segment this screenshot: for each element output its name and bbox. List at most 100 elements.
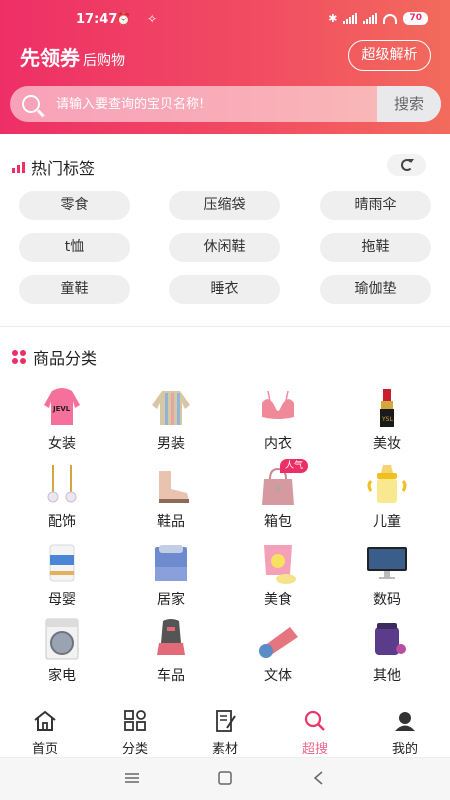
hot-tag[interactable]: 瑜伽垫 <box>320 275 431 304</box>
washing-machine-icon <box>45 618 79 660</box>
hot-tag[interactable]: t恤 <box>19 233 130 262</box>
hot-tag[interactable]: 压缩袋 <box>169 191 280 220</box>
category-other[interactable]: 其他 <box>347 617 427 687</box>
user-icon <box>395 712 415 731</box>
category-label: 女装 <box>48 436 76 452</box>
bar-chart-icon <box>12 161 25 173</box>
hot-tag[interactable]: 晴雨伞 <box>320 191 431 220</box>
nav-mine[interactable]: 我的 <box>360 708 450 757</box>
grid-icon <box>124 710 146 731</box>
signal-icon <box>343 13 358 24</box>
lipstick-icon: YSL <box>380 389 394 427</box>
category-label: 母婴 <box>48 592 76 608</box>
hot-tags-title: 热门标签 <box>12 155 95 179</box>
category-label: 箱包 <box>264 514 292 530</box>
category-label: 美食 <box>264 592 292 608</box>
section-divider <box>0 326 450 327</box>
menu-icon[interactable] <box>123 771 141 785</box>
bra-icon <box>262 390 294 419</box>
striped-sweater-icon <box>152 391 190 425</box>
nav-label: 素材 <box>211 742 238 757</box>
category-appliances[interactable]: 家电 <box>22 617 102 687</box>
bedding-icon <box>155 545 187 581</box>
signal-icon-2 <box>363 13 378 24</box>
baby-bottle-icon <box>367 465 407 503</box>
category-sports[interactable]: 文体 <box>238 617 318 687</box>
hot-tag[interactable]: 睡衣 <box>169 275 280 304</box>
nav-material[interactable]: 素材 <box>180 708 270 757</box>
category-label: 男装 <box>157 436 185 452</box>
status-bar: 17:47 ⏰ ✧ ✱ 70 <box>0 10 450 32</box>
hot-tag[interactable]: 童鞋 <box>19 275 130 304</box>
category-dots-icon <box>12 350 26 364</box>
svg-text:YSL: YSL <box>381 416 393 423</box>
search-button[interactable]: 搜索 <box>377 86 441 122</box>
categories-title: 商品分类 <box>12 345 97 369</box>
boots-icon <box>159 471 189 503</box>
hot-tag[interactable]: 零食 <box>19 191 130 220</box>
popular-badge: 人气 <box>280 459 308 473</box>
category-bags[interactable]: 箱包 <box>238 463 318 533</box>
category-shoes[interactable]: 鞋品 <box>131 463 211 533</box>
hot-tag[interactable]: 拖鞋 <box>320 233 431 262</box>
system-nav-bar <box>0 757 450 800</box>
alarm-icon: ⏰ ✧ <box>116 12 164 26</box>
nav-label: 超搜 <box>301 742 328 757</box>
category-food[interactable]: 美食 <box>238 541 318 611</box>
category-men[interactable]: 男装 <box>131 385 211 455</box>
category-home[interactable]: 居家 <box>131 541 211 611</box>
category-label: 内衣 <box>264 436 292 452</box>
category-label: 家电 <box>48 668 76 684</box>
category-label: 车品 <box>157 668 185 684</box>
pearl-earrings-icon <box>47 465 77 503</box>
brand-sub: 后购物 <box>83 53 125 69</box>
wifi-icon <box>383 13 398 24</box>
nav-home[interactable]: 首页 <box>0 708 90 757</box>
category-label: 文体 <box>264 668 292 684</box>
header: 17:47 ⏰ ✧ ✱ 70 先领券 后购物 超级解析 搜索 <box>0 0 450 134</box>
category-beauty[interactable]: YSL 美妆 <box>347 385 427 455</box>
categories-label: 商品分类 <box>33 349 98 368</box>
category-label: 居家 <box>157 592 185 608</box>
car-seat-icon <box>157 619 185 655</box>
hot-tags-label: 热门标签 <box>31 159 96 178</box>
super-analyze-button[interactable]: 超级解析 <box>348 40 431 71</box>
search-icon <box>304 710 325 731</box>
category-kids[interactable]: 儿童 <box>347 463 427 533</box>
search-input[interactable] <box>56 96 377 112</box>
category-label: 配饰 <box>48 514 76 530</box>
supplement-icon <box>375 623 406 655</box>
category-car[interactable]: 车品 <box>131 617 211 687</box>
pink-hoodie-icon: JEVL <box>44 388 80 425</box>
search-bar: 搜索 <box>10 86 441 122</box>
search-icon <box>22 95 40 113</box>
refresh-button[interactable] <box>387 154 426 176</box>
formula-can-icon <box>49 544 75 582</box>
hot-tag[interactable]: 休闲鞋 <box>169 233 280 262</box>
nav-label: 我的 <box>391 742 418 757</box>
svg-text:JEVL: JEVL <box>52 405 71 413</box>
category-women[interactable]: JEVL 女装 <box>22 385 102 455</box>
battery-icon: 70 <box>403 12 428 25</box>
brand-main: 先领券 <box>20 46 80 70</box>
home-square-icon[interactable] <box>216 771 234 785</box>
bottom-nav: 首页 分类 素材 超搜 我的 <box>0 700 450 757</box>
nav-category[interactable]: 分类 <box>90 708 180 757</box>
refresh-icon <box>400 159 414 171</box>
back-icon[interactable] <box>310 771 328 785</box>
bluetooth-icon: ✱ <box>328 12 338 25</box>
category-digital[interactable]: 数码 <box>347 541 427 611</box>
category-underwear[interactable]: 内衣 <box>238 385 318 455</box>
category-label: 儿童 <box>373 514 401 530</box>
category-label: 美妆 <box>373 436 401 452</box>
home-icon <box>34 710 56 731</box>
category-label: 其他 <box>373 668 401 684</box>
nav-label: 首页 <box>31 742 58 757</box>
snacks-icon <box>264 545 296 584</box>
nav-label: 分类 <box>121 742 148 757</box>
monitor-icon <box>367 547 407 579</box>
nav-super-search[interactable]: 超搜 <box>270 708 360 757</box>
category-accessories[interactable]: 配饰 <box>22 463 102 533</box>
edit-doc-icon <box>216 710 236 732</box>
category-mother-baby[interactable]: 母婴 <box>22 541 102 611</box>
